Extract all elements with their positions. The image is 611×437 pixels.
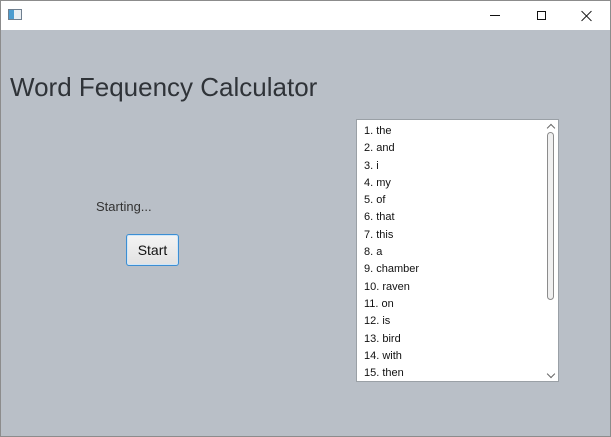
list-item[interactable]: 9. chamber [357, 261, 545, 278]
word-list-items: 1. the 2. and 3. i 4. my 5. of 6. that 7. this… [357, 123, 545, 381]
list-item[interactable]: 12. is [357, 313, 545, 330]
list-item[interactable]: 3. i [357, 158, 545, 175]
chevron-down-icon [546, 369, 556, 378]
minimize-button[interactable] [472, 1, 518, 30]
maximize-icon [536, 11, 546, 20]
app-icon [8, 9, 22, 20]
scroll-up-button[interactable] [544, 120, 558, 132]
scroll-thumb[interactable] [547, 132, 554, 300]
list-item[interactable]: 6. that [357, 209, 545, 226]
app-window: Word Fequency Calculator Starting... Sta… [0, 0, 611, 437]
chevron-up-icon [546, 123, 556, 132]
word-frequency-list[interactable]: 1. the 2. and 3. i 4. my 5. of 6. that 7. this… [356, 119, 559, 382]
close-button[interactable] [564, 1, 610, 30]
list-item[interactable]: 2. and [357, 140, 545, 157]
maximize-button[interactable] [518, 1, 564, 30]
list-item[interactable]: 13. bird [357, 331, 545, 348]
vertical-scrollbar[interactable] [544, 120, 558, 381]
list-item[interactable]: 7. this [357, 227, 545, 244]
list-item[interactable]: 4. my [357, 175, 545, 192]
page-title: Word Fequency Calculator [10, 72, 318, 102]
status-label: Starting... [96, 199, 152, 214]
close-icon [581, 10, 593, 22]
list-item[interactable]: 10. raven [357, 279, 545, 296]
list-item[interactable]: 14. with [357, 348, 545, 365]
list-item[interactable]: 5. of [357, 192, 545, 209]
list-item[interactable]: 8. a [357, 244, 545, 261]
scroll-down-button[interactable] [544, 369, 558, 381]
list-item[interactable]: 1. the [357, 123, 545, 140]
list-item[interactable]: 15. then [357, 365, 545, 381]
start-button[interactable]: Start [126, 234, 179, 266]
list-item[interactable]: 11. on [357, 296, 545, 313]
title-bar[interactable] [1, 1, 610, 30]
minimize-icon [490, 15, 500, 16]
